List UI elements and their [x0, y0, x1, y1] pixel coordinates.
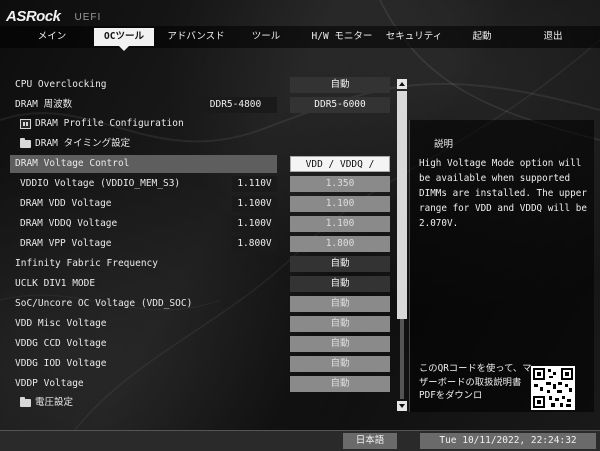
description-panel: 説明 High Voltage Mode option will be avai… [409, 120, 594, 412]
vddio-current: 1.110V [232, 176, 277, 192]
tab-advanced[interactable]: アドバンスド [160, 28, 232, 46]
setting-label: VDDG IOD Voltage [15, 358, 107, 369]
setting-dram-profile[interactable]: DRAM Profile Configuration [0, 115, 395, 133]
setting-label: Infinity Fabric Frequency [15, 258, 158, 269]
dram-vpp-value[interactable]: 1.800 [290, 236, 390, 252]
dram-voltage-control-value[interactable]: VDD / VDDQ / VDDIO [290, 156, 390, 186]
description-title: 説明 [434, 139, 454, 150]
setting-label: 電圧設定 [35, 397, 74, 408]
setting-label: VDDIO Voltage (VDDIO_MEM_S3) [20, 178, 181, 189]
setting-label: VDDP Voltage [15, 378, 84, 389]
tab-boot[interactable]: 起動 [460, 28, 504, 46]
vdd-misc-value[interactable]: 自動 [290, 316, 390, 332]
setting-uclk-div1[interactable]: UCLK DIV1 MODE 自動 [0, 275, 395, 293]
status-bar: 日本語 Tue 10/11/2022, 22:24:32 [0, 430, 600, 451]
settings-scrollbar[interactable] [397, 79, 407, 411]
setting-dram-voltage-control[interactable]: DRAM Voltage Control VDD / VDDQ / VDDIO [0, 155, 395, 186]
setting-label: SoC/Uncore OC Voltage (VDD_SOC) [15, 298, 193, 309]
tab-exit[interactable]: 退出 [530, 28, 576, 46]
date-time-display[interactable]: Tue 10/11/2022, 22:24:32 [420, 433, 596, 449]
dram-frequency-value[interactable]: DDR5-6000 [290, 97, 390, 113]
setting-cpu-overclocking[interactable]: CPU Overclocking 自動 [0, 76, 395, 94]
setting-label: DRAM Profile Configuration [35, 118, 184, 129]
dram-vpp-current: 1.800V [232, 236, 277, 252]
setting-label: VDD Misc Voltage [15, 318, 107, 329]
qr-code-icon [531, 366, 575, 410]
asrock-logo: ASRock UEFI [6, 3, 101, 25]
tab-oc-tweaker[interactable]: OCツール [94, 28, 154, 51]
setting-vdd-misc[interactable]: VDD Misc Voltage 自動 [0, 315, 395, 333]
language-selector[interactable]: 日本語 [343, 433, 397, 449]
tab-security[interactable]: セキュリティ [382, 28, 446, 46]
dram-vdd-value[interactable]: 1.100 [290, 196, 390, 212]
tab-tool[interactable]: ツール [240, 28, 292, 46]
uclk-div1-value[interactable]: 自動 [290, 276, 390, 292]
vddg-iod-value[interactable]: 自動 [290, 356, 390, 372]
brand-name: ASRock [6, 8, 61, 25]
vddio-value[interactable]: 1.350 [290, 176, 390, 192]
setting-label: CPU Overclocking [15, 79, 107, 90]
setting-label: DRAM VDD Voltage [20, 198, 112, 209]
tab-main[interactable]: メイン [22, 28, 82, 46]
setting-dram-vdd-voltage[interactable]: DRAM VDD Voltage 1.100V 1.100 [0, 195, 395, 213]
setting-dram-vddq-voltage[interactable]: DRAM VDDQ Voltage 1.100V 1.100 [0, 215, 395, 233]
setting-label: DRAM タイミング設定 [35, 138, 131, 149]
description-text: High Voltage Mode option will be availab… [419, 158, 587, 229]
dram-vddq-value[interactable]: 1.100 [290, 216, 390, 232]
qr-instruction-text: このQRコードを使って、マザーボードの取扱説明書PDFをダウンロ [419, 363, 532, 401]
cpu-overclocking-value[interactable]: 自動 [290, 77, 390, 93]
dram-frequency-current: DDR5-4800 [194, 97, 277, 113]
dram-vdd-current: 1.100V [232, 196, 277, 212]
setting-label: DRAM Voltage Control [15, 158, 130, 169]
setting-infinity-fabric[interactable]: Infinity Fabric Frequency 自動 [0, 255, 395, 273]
scroll-thumb[interactable] [397, 91, 407, 319]
uefi-label: UEFI [74, 12, 102, 23]
setting-soc-voltage[interactable]: SoC/Uncore OC Voltage (VDD_SOC) 自動 [0, 295, 395, 313]
setting-vddg-iod[interactable]: VDDG IOD Voltage 自動 [0, 355, 395, 373]
scroll-down-arrow-icon[interactable] [397, 401, 407, 411]
folder-icon [20, 138, 31, 148]
setting-vddio-voltage[interactable]: VDDIO Voltage (VDDIO_MEM_S3) 1.110V 1.35… [0, 175, 395, 193]
vddp-value[interactable]: 自動 [290, 376, 390, 392]
tab-hw-monitor[interactable]: H/W モニター [306, 28, 378, 46]
setting-dram-vpp-voltage[interactable]: DRAM VPP Voltage 1.800V 1.800 [0, 235, 395, 253]
vddg-ccd-value[interactable]: 自動 [290, 336, 390, 352]
setting-label: UCLK DIV1 MODE [15, 278, 96, 289]
folder-icon [20, 397, 31, 407]
scroll-up-arrow-icon[interactable] [397, 79, 407, 89]
setting-label: DRAM 周波数 [15, 99, 73, 110]
setting-label: VDDG CCD Voltage [15, 338, 107, 349]
infinity-fabric-value[interactable]: 自動 [290, 256, 390, 272]
dram-vddq-current: 1.100V [232, 216, 277, 232]
setting-label: DRAM VDDQ Voltage [20, 218, 118, 229]
setting-vddp[interactable]: VDDP Voltage 自動 [0, 375, 395, 393]
settings-list: CPU Overclocking 自動 DRAM 周波数 DDR5-4800 D… [0, 74, 395, 414]
setting-vddg-ccd[interactable]: VDDG CCD Voltage 自動 [0, 335, 395, 353]
setting-label: DRAM VPP Voltage [20, 238, 112, 249]
setting-voltage-settings[interactable]: 電圧設定 [0, 394, 395, 412]
setting-dram-frequency[interactable]: DRAM 周波数 DDR5-4800 DDR5-6000 [0, 96, 395, 114]
soc-voltage-value[interactable]: 自動 [290, 296, 390, 312]
memory-module-icon [20, 119, 31, 129]
top-navigation: メイン OCツール アドバンスド ツール H/W モニター セキュリティ 起動 … [0, 26, 600, 51]
setting-dram-timing[interactable]: DRAM タイミング設定 [0, 135, 395, 153]
